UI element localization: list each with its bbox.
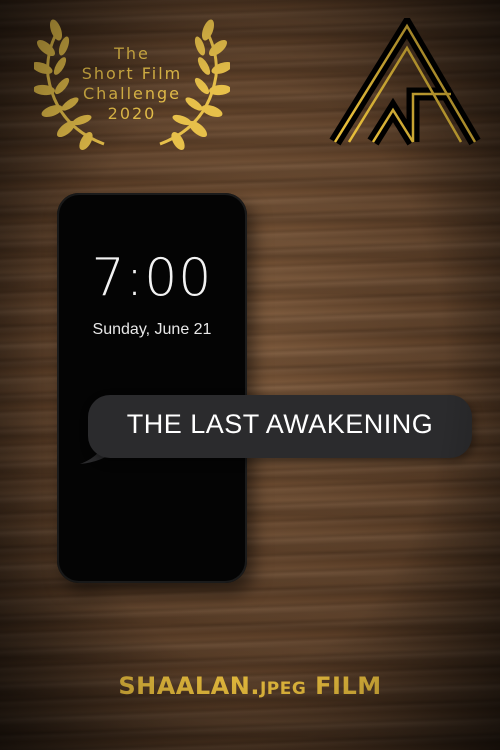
lock-screen-date: Sunday, June 21 [92,321,212,338]
credit-name: SHAALAN. [118,672,260,700]
studio-logo [329,13,481,154]
festival-line: 2020 [107,104,157,123]
festival-line: The [114,44,150,63]
festival-laurel-badge: The Short Film Challenge 2020 [34,16,230,152]
festival-title: The Short Film Challenge 2020 [34,44,230,124]
smartphone-lock-screen: 7:00 Sunday, June 21 [57,193,247,583]
monogram-triangle-logo [329,13,481,146]
production-credit: SHAALAN.JPEG FILM [0,672,500,700]
message-bubble: THE LAST AWAKENING [88,395,472,458]
credit-extension: JPEG [259,679,307,699]
festival-line: Challenge [83,84,181,103]
credit-suffix: FILM [306,672,382,700]
film-title: THE LAST AWAKENING [126,409,434,439]
movie-poster: The Short Film Challenge 2020 7:00 Sunda… [0,0,500,750]
lock-screen-time: 7:00 [91,248,213,308]
festival-line: Short Film [81,64,183,83]
